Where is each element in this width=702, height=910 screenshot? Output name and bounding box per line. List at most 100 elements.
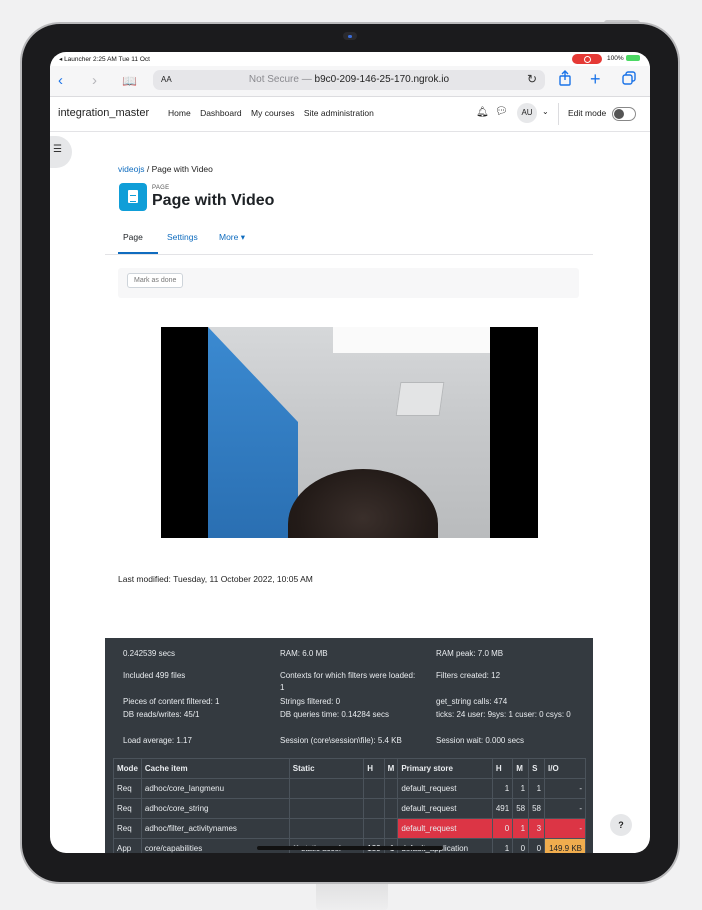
perf-ram: RAM: 6.0 MB [280,649,328,658]
reload-icon[interactable]: ↻ [527,72,537,86]
col-cache-item: Cache item [140,758,290,779]
divider [558,103,559,125]
battery-icon [625,55,640,62]
cell: 491 [491,798,514,819]
bookmarks-icon[interactable]: 📖 [122,74,137,88]
cell [363,798,385,819]
perf-time: 0.242539 secs [123,649,176,658]
bell-icon[interactable]: 🔔︎ [476,107,489,118]
tabs-icon[interactable] [622,71,636,89]
breadcrumb-parent[interactable]: videojs [118,164,144,174]
list-icon: ☰ [53,144,62,155]
cell: 3 [528,818,546,839]
perf-contexts: Contexts for which filters were loaded: … [280,671,416,692]
cell: default_request [397,818,493,839]
col-mode: Mode [113,758,142,779]
perf-pieces: Pieces of content filtered: 1 [123,697,220,706]
cell: 1 [491,778,514,799]
address-bar[interactable]: AA Not Secure — b9c0-209-146-25-170.ngro… [153,70,545,90]
col-io: I/O [544,758,586,779]
cell: 1 [512,818,530,839]
site-name[interactable]: integration_master [58,107,149,119]
tab-more[interactable]: More ▾ [219,232,245,243]
status-bar: ◂ Launcher 2:25 AM Tue 11 Oct 100% [50,52,650,66]
secondary-navigation: Page Settings More ▾ [105,222,593,255]
last-modified: Last modified: Tuesday, 11 October 2022,… [118,574,313,584]
col-m: M [512,758,530,779]
forward-icon[interactable]: › [92,72,97,89]
back-icon[interactable]: ‹ [58,72,63,89]
perf-db-rw: DB reads/writes: 45/1 [123,710,200,719]
activity-completion: Mark as done [118,268,579,298]
cell: default_request [397,778,493,799]
ceiling-light [333,327,490,353]
course-index-toggle[interactable]: ☰ [50,136,72,168]
col-h: H [491,758,514,779]
cell: - [544,778,586,799]
url-text: Not Secure — b9c0-209-146-25-170.ngrok.i… [153,74,545,85]
cell [288,798,365,819]
edit-mode-label: Edit mode [568,108,607,118]
table-row: Req adhoc/core_langmenu default_request … [113,778,586,799]
edit-mode-toggle[interactable] [612,107,636,121]
nav-site-administration[interactable]: Site administration [304,108,374,118]
col-primary-store: Primary store [397,758,493,779]
tab-page[interactable]: Page [123,232,143,242]
nav-home[interactable]: Home [168,108,191,118]
perf-strings: Strings filtered: 0 [280,697,341,706]
cell: 1 [528,778,546,799]
avatar[interactable]: AU [517,103,537,123]
page-icon [119,183,147,211]
perf-ticks: ticks: 24 user: 9sys: 1 cuser: 0 csys: 0 [436,710,571,719]
col-s: S [528,758,546,779]
battery-status: 100% [607,55,640,62]
camera-indicator [348,35,352,38]
cell [383,818,399,839]
ceiling-vent [395,382,445,416]
moodle-navbar: integration_master Home Dashboard My cou… [50,97,650,132]
cell [363,778,385,799]
cell: adhoc/filter_activitynames [140,818,290,839]
nav-my-courses[interactable]: My courses [251,108,294,118]
cell [383,778,399,799]
cell [383,798,399,819]
table-row: Req adhoc/core_string default_request 49… [113,798,586,819]
performance-footer: 0.242539 secs RAM: 6.0 MB RAM peak: 7.0 … [105,638,593,853]
cell: 1 [491,838,514,853]
col-static: Static [288,758,365,779]
col-static-m: M [383,758,399,779]
perf-filters-created: Filters created: 12 [436,671,501,680]
cache-table: Mode Cache item Static H M Primary store… [113,758,586,853]
breadcrumb: videojs / Page with Video [118,164,213,174]
cell: 58 [512,798,530,819]
cell: Req [113,818,142,839]
new-tab-icon[interactable]: + [590,69,601,90]
help-button[interactable]: ? [610,814,632,836]
perf-included: Included 499 files [123,671,186,680]
active-tab-indicator [118,252,158,254]
nav-dashboard[interactable]: Dashboard [200,108,242,118]
table-header-row: Mode Cache item Static H M Primary store… [113,758,586,779]
cell [363,818,385,839]
col-static-h: H [363,758,385,779]
tab-settings[interactable]: Settings [167,232,198,242]
video-frame [208,327,490,538]
mark-as-done-button[interactable]: Mark as done [127,273,184,288]
home-indicator[interactable] [257,846,443,850]
cell: 58 [528,798,546,819]
breadcrumb-separator: / [146,164,150,174]
person-head [288,469,438,538]
video-player[interactable] [161,327,538,538]
share-icon[interactable] [558,70,572,90]
cell: - [544,798,586,819]
chevron-down-icon[interactable]: ⌄ [542,107,549,116]
chat-icon[interactable]: 💬︎ [495,106,508,117]
primary-navigation: Home Dashboard My courses Site administr… [168,108,381,118]
screen-recording-icon[interactable] [572,54,602,64]
cell: adhoc/core_langmenu [140,778,290,799]
breadcrumb-current: Page with Video [151,164,213,174]
status-time: ◂ Launcher 2:25 AM Tue 11 Oct [59,56,150,63]
blue-wall [208,327,298,538]
cell [288,818,365,839]
browser-toolbar: ‹ › 📖 AA Not Secure — b9c0-209-146-25-17… [50,66,650,97]
